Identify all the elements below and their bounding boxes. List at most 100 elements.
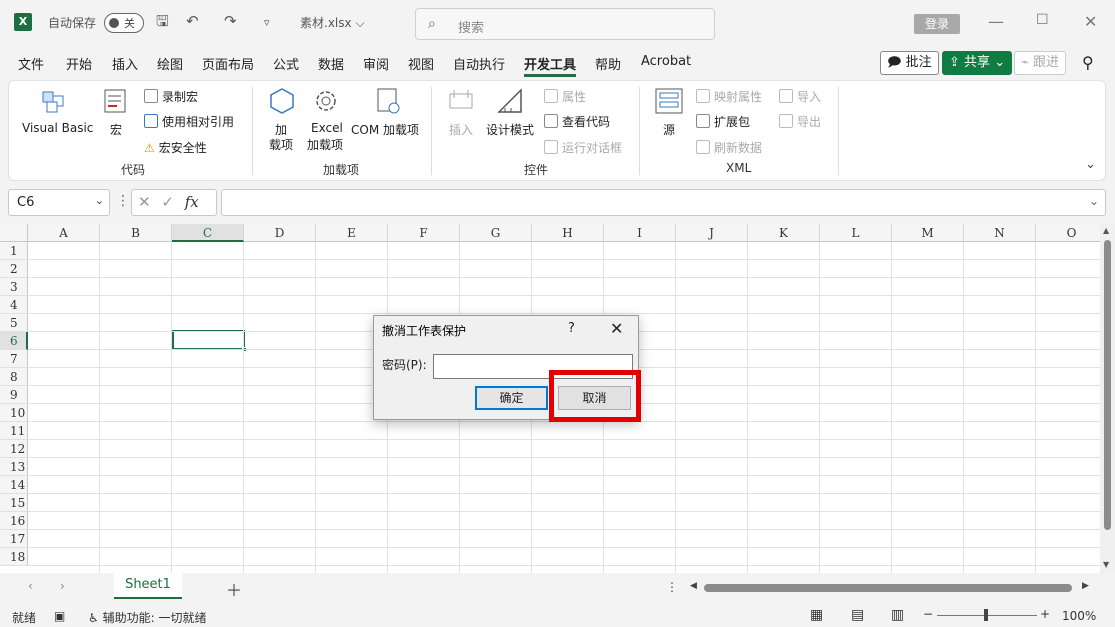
- expansion-packs-button[interactable]: 扩展包: [696, 113, 750, 130]
- map-properties-button[interactable]: 映射属性: [696, 88, 762, 105]
- row-header-15[interactable]: 15: [0, 494, 28, 512]
- xml-source-button[interactable]: 源: [663, 121, 675, 138]
- zoom-slider-knob[interactable]: [984, 609, 988, 621]
- search-box[interactable]: ⌕ 搜索: [415, 8, 715, 40]
- page-break-view-icon[interactable]: ▥: [891, 607, 904, 623]
- customize-qat-icon[interactable]: ▿: [264, 14, 270, 32]
- menu-page-layout[interactable]: 页面布局: [202, 54, 254, 73]
- column-header-e[interactable]: E: [316, 224, 388, 242]
- save-icon[interactable]: 🖫: [156, 12, 169, 30]
- macro-record-icon[interactable]: ▣: [54, 609, 65, 623]
- column-header-f[interactable]: F: [388, 224, 460, 242]
- row-header-14[interactable]: 14: [0, 476, 28, 494]
- column-header-d[interactable]: D: [244, 224, 316, 242]
- column-header-a[interactable]: A: [28, 224, 100, 242]
- column-header-h[interactable]: H: [532, 224, 604, 242]
- menu-data[interactable]: 数据: [318, 54, 344, 73]
- column-header-j[interactable]: J: [676, 224, 748, 242]
- column-header-n[interactable]: N: [964, 224, 1036, 242]
- design-mode-button[interactable]: 设计模式: [486, 121, 534, 138]
- row-header-11[interactable]: 11: [0, 422, 28, 440]
- more-options-icon[interactable]: ⋮: [116, 193, 130, 209]
- import-button[interactable]: 导入: [779, 88, 821, 105]
- row-header-13[interactable]: 13: [0, 458, 28, 476]
- row-header-7[interactable]: 7: [0, 350, 28, 368]
- active-cell-c6[interactable]: [172, 330, 247, 352]
- row-header-1[interactable]: 1: [0, 242, 28, 260]
- zoom-in-icon[interactable]: +: [1040, 607, 1050, 621]
- help-icon[interactable]: ?: [568, 321, 575, 336]
- refresh-data-button[interactable]: 刷新数据: [696, 139, 762, 156]
- menu-view[interactable]: 视图: [408, 54, 434, 73]
- column-header-c[interactable]: C: [172, 224, 244, 242]
- redo-icon[interactable]: ↷: [224, 12, 237, 30]
- menu-insert[interactable]: 插入: [112, 54, 138, 73]
- menu-review[interactable]: 审阅: [363, 54, 389, 73]
- select-all-corner[interactable]: [0, 224, 28, 242]
- row-header-5[interactable]: 5: [0, 314, 28, 332]
- row-header-9[interactable]: 9: [0, 386, 28, 404]
- menu-developer[interactable]: 开发工具: [524, 54, 576, 73]
- cancel-entry-icon[interactable]: ✕: [138, 193, 151, 211]
- coauthor-icon[interactable]: ⚲: [1082, 53, 1094, 72]
- menu-formulas[interactable]: 公式: [273, 54, 299, 73]
- scroll-right-icon[interactable]: ▶: [1082, 581, 1089, 591]
- row-header-8[interactable]: 8: [0, 368, 28, 386]
- comments-button[interactable]: 🗩 批注: [880, 51, 939, 75]
- confirm-entry-icon[interactable]: ✓: [161, 193, 174, 211]
- close-window-icon[interactable]: ✕: [1084, 12, 1097, 31]
- row-header-4[interactable]: 4: [0, 296, 28, 314]
- menu-draw[interactable]: 绘图: [157, 54, 183, 73]
- add-sheet-icon[interactable]: ＋: [226, 577, 242, 601]
- zoom-level[interactable]: 100%: [1062, 609, 1096, 623]
- next-sheet-icon[interactable]: ›: [60, 579, 65, 593]
- menu-file[interactable]: 文件: [18, 54, 44, 73]
- horizontal-scroll-thumb[interactable]: [704, 584, 1072, 592]
- row-header-2[interactable]: 2: [0, 260, 28, 278]
- formula-input[interactable]: ⌄: [221, 189, 1106, 216]
- share-button[interactable]: ⇪ 共享 ⌄: [942, 51, 1013, 75]
- zoom-out-icon[interactable]: −: [923, 607, 933, 621]
- run-dialog-button[interactable]: 运行对话框: [544, 139, 622, 156]
- vertical-scroll-thumb[interactable]: [1104, 240, 1111, 530]
- column-header-b[interactable]: B: [100, 224, 172, 242]
- close-icon[interactable]: ✕: [610, 319, 623, 338]
- undo-icon[interactable]: ↶: [186, 12, 199, 30]
- column-header-g[interactable]: G: [460, 224, 532, 242]
- macro-security-button[interactable]: ⚠ 宏安全性: [144, 139, 207, 156]
- view-code-button[interactable]: 查看代码: [544, 113, 610, 130]
- prev-sheet-icon[interactable]: ‹: [28, 579, 33, 593]
- accessibility-status[interactable]: ♿ 辅助功能: 一切就绪: [88, 609, 206, 626]
- row-header-16[interactable]: 16: [0, 512, 28, 530]
- follow-up-button[interactable]: ⌁ 跟进: [1014, 51, 1066, 75]
- page-layout-view-icon[interactable]: ▤: [851, 607, 864, 623]
- menu-automate[interactable]: 自动执行: [453, 54, 505, 73]
- chevron-down-icon[interactable]: ⌄: [95, 194, 104, 207]
- row-header-18[interactable]: 18: [0, 548, 28, 566]
- more-options-icon[interactable]: ⋮: [666, 580, 678, 594]
- menu-acrobat[interactable]: Acrobat: [641, 54, 691, 69]
- collapse-ribbon-chevron-icon[interactable]: ⌄: [1085, 157, 1096, 172]
- row-header-6[interactable]: 6: [0, 332, 28, 350]
- com-add-ins-button[interactable]: COM 加载项: [351, 121, 419, 138]
- vertical-scrollbar[interactable]: ▲ ▼: [1100, 224, 1115, 573]
- column-header-i[interactable]: I: [604, 224, 676, 242]
- sheet-tab-sheet1[interactable]: Sheet1: [114, 573, 182, 599]
- normal-view-icon[interactable]: ▦: [810, 607, 823, 623]
- excel-add-ins-line1[interactable]: Excel: [311, 121, 343, 135]
- export-button[interactable]: 导出: [779, 113, 821, 130]
- row-header-10[interactable]: 10: [0, 404, 28, 422]
- row-header-17[interactable]: 17: [0, 530, 28, 548]
- macros-button[interactable]: 宏: [110, 121, 122, 138]
- minimize-icon[interactable]: —: [988, 12, 1004, 31]
- row-header-12[interactable]: 12: [0, 440, 28, 458]
- visual-basic-button[interactable]: Visual Basic: [22, 121, 93, 135]
- scroll-left-icon[interactable]: ◀: [690, 581, 697, 591]
- row-header-3[interactable]: 3: [0, 278, 28, 296]
- chevron-down-icon[interactable]: ⌄: [1089, 194, 1099, 208]
- menu-home[interactable]: 开始: [66, 54, 92, 73]
- add-ins-line2[interactable]: 载项: [269, 136, 293, 153]
- column-header-o[interactable]: O: [1036, 224, 1100, 242]
- insert-controls-button[interactable]: 插入: [449, 121, 473, 138]
- login-button[interactable]: 登录: [914, 14, 960, 34]
